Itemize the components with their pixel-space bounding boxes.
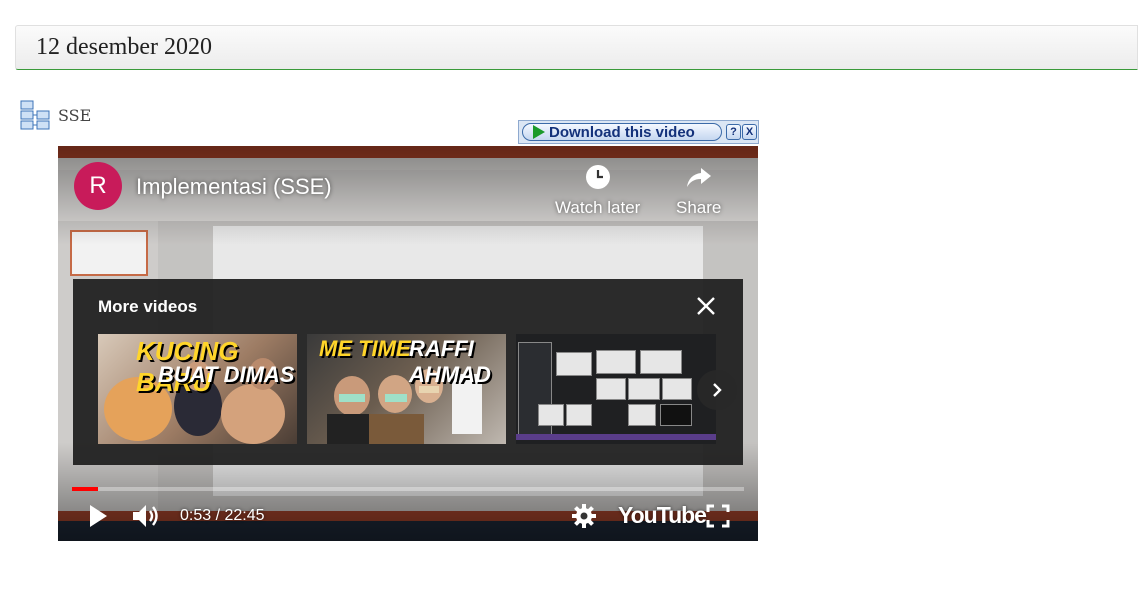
thumbnail-window <box>628 404 656 426</box>
watch-later-button[interactable]: Watch later <box>555 164 640 218</box>
thumbnail-window <box>556 352 592 376</box>
suggested-video-2[interactable]: ME TIME RAFFI AHMAD <box>307 334 506 444</box>
watch-later-label: Watch later <box>555 198 641 217</box>
settings-gear-icon[interactable] <box>572 504 596 528</box>
thumbnail-window <box>596 350 636 374</box>
progress-fill <box>72 487 99 491</box>
download-video-button[interactable]: Download this video <box>522 123 722 141</box>
close-icon[interactable] <box>695 295 717 317</box>
share-button[interactable]: Share <box>676 164 721 218</box>
thumbnail-window <box>596 378 626 400</box>
video-title[interactable]: Implementasi (SSE) <box>136 174 332 200</box>
thumbnail-window <box>538 404 564 426</box>
thumbnail-window <box>566 404 592 426</box>
thumbnail-taskbar <box>516 434 716 440</box>
thumbnail-2-line2: RAFFI AHMAD <box>409 336 491 387</box>
clock-icon <box>585 165 610 189</box>
play-arrow-icon <box>533 125 545 139</box>
sitemap-icon <box>20 100 50 130</box>
youtube-logo[interactable]: YouTube <box>618 502 707 529</box>
suggested-video-1[interactable]: KUCING BARU BUAT DIMAS <box>98 334 297 444</box>
attachment-label[interactable]: SSE <box>58 106 91 125</box>
download-bar: Download this video ? X <box>518 120 759 144</box>
progress-bar[interactable] <box>72 487 744 491</box>
share-label: Share <box>676 198 722 217</box>
thumbnail-1-line2: BUAT DIMAS <box>158 362 295 387</box>
more-videos-panel: More videos KUCING BARU BUAT DIMAS ME TI… <box>73 279 743 465</box>
date-header-bar: 12 desember 2020 <box>15 25 1138 70</box>
thumbnail-window <box>640 350 682 374</box>
time-display: 0:53 / 22:45 <box>180 507 265 524</box>
player-controls: 0:53 / 22:45 YouTube <box>58 496 758 536</box>
thumbnail-2-line1: ME TIME <box>319 336 411 361</box>
play-icon[interactable] <box>88 504 108 528</box>
fullscreen-icon[interactable] <box>706 504 730 528</box>
thumbnail-window <box>660 404 692 426</box>
next-videos-button[interactable] <box>697 370 737 410</box>
attachment-link[interactable]: SSE <box>20 100 91 130</box>
thumbnail-window <box>628 378 660 400</box>
chevron-right-icon <box>713 383 722 397</box>
close-download-bar-button[interactable]: X <box>742 124 757 140</box>
channel-avatar[interactable]: R <box>74 162 122 210</box>
volume-icon[interactable] <box>132 503 160 529</box>
video-player[interactable]: R Implementasi (SSE) Watch later Share M… <box>58 146 758 541</box>
download-label: Download this video <box>549 123 695 141</box>
thumbnail-window <box>662 378 692 400</box>
share-icon <box>686 168 711 187</box>
date-heading: 12 desember 2020 <box>36 34 212 60</box>
suggested-video-3[interactable] <box>516 334 716 444</box>
more-videos-title: More videos <box>98 297 198 316</box>
help-button[interactable]: ? <box>726 124 741 140</box>
